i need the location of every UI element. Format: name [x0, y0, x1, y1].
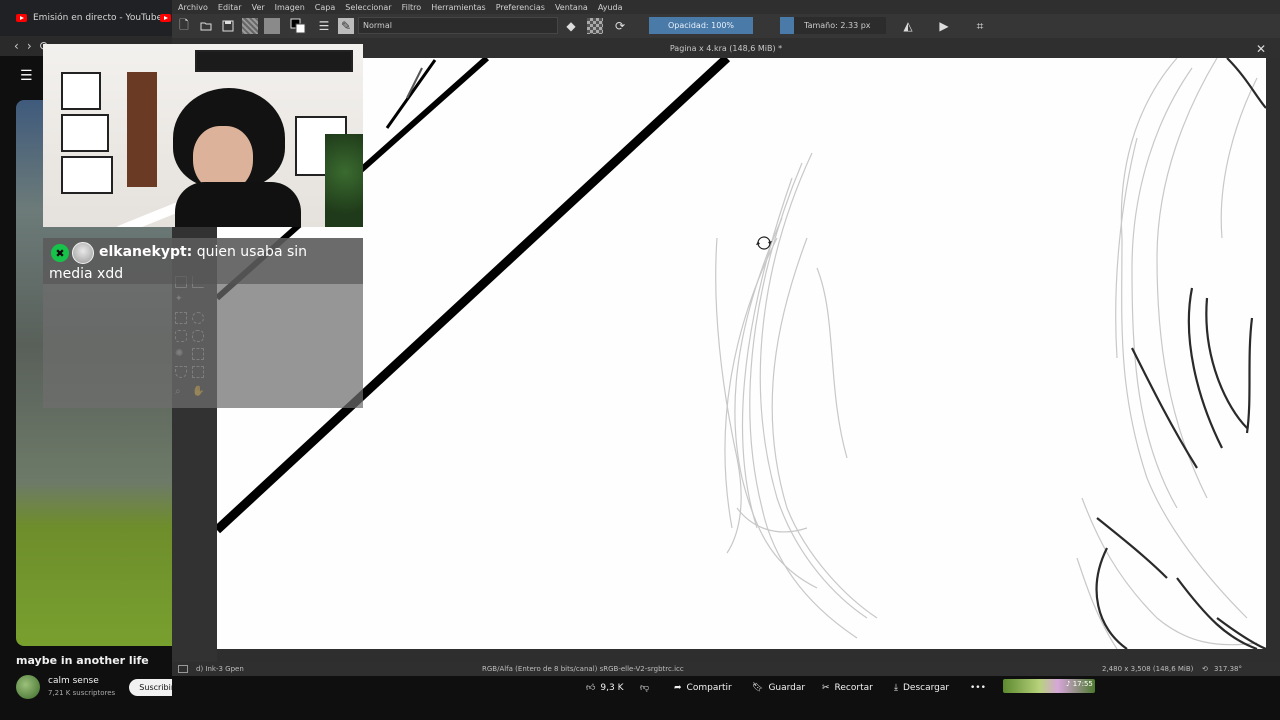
- channel-subscribers: 7,21 K suscriptores: [48, 689, 116, 697]
- pattern-icon[interactable]: [264, 18, 280, 34]
- close-document-icon[interactable]: ✕: [1256, 42, 1266, 56]
- sketch-artwork: [217, 58, 1266, 649]
- share-label: Compartir: [686, 683, 732, 693]
- download-icon: ⤓: [894, 683, 898, 693]
- drawing-canvas[interactable]: [217, 58, 1266, 649]
- chat-message: ✖ elkanekypt: quien usaba sin media xdd: [43, 238, 363, 284]
- chat-overlay: ✖ elkanekypt: quien usaba sin media xdd: [43, 238, 363, 408]
- channel-name[interactable]: calm sense: [48, 676, 99, 686]
- forward-arrow-icon[interactable]: ›: [27, 39, 32, 53]
- video-title: maybe in another life: [16, 654, 149, 667]
- opacity-slider[interactable]: Opacidad: 100%: [649, 17, 753, 34]
- menu-item-herramientas[interactable]: Herramientas: [431, 3, 486, 12]
- clip-label: Recortar: [834, 683, 873, 693]
- manga-frame: [61, 72, 101, 110]
- youtube-logo-icon: [16, 14, 27, 22]
- manga-frame: [61, 114, 109, 152]
- save-icon[interactable]: [220, 18, 236, 34]
- menu-item-preferencias[interactable]: Preferencias: [496, 3, 545, 12]
- krita-statusbar: d) Ink-3 Gpen RGB/Alfa (Entero de 8 bits…: [172, 662, 1280, 676]
- gradient-icon[interactable]: [242, 18, 258, 34]
- browser-tabstrip: Emisión en directo - YouTube: [0, 0, 172, 36]
- menu-item-capa[interactable]: Capa: [315, 3, 335, 12]
- back-arrow-icon[interactable]: ‹: [14, 39, 19, 53]
- eraser-icon[interactable]: ◆: [563, 18, 579, 34]
- browser-tab-title: Emisión en directo - YouTube: [33, 13, 163, 23]
- menu-item-ayuda[interactable]: Ayuda: [598, 3, 623, 12]
- streamer-body: [175, 182, 301, 227]
- brush-preview-icon[interactable]: [178, 665, 188, 673]
- youtube-logo-icon: [160, 14, 171, 22]
- status-color-profile: RGB/Alfa (Entero de 8 bits/canal) sRGB-e…: [482, 665, 684, 673]
- chat-text: elkanekypt: quien usaba sin media xdd: [49, 241, 349, 285]
- crop-icon[interactable]: ⌗: [972, 18, 988, 34]
- mirror-vertical-icon[interactable]: ▶: [936, 18, 952, 34]
- open-folder-icon[interactable]: [198, 18, 214, 34]
- screen: Emisión en directo - YouTube ‹ › ⟳ ☰ may…: [0, 0, 1280, 720]
- canvas-horizontal-scrollbar[interactable]: [217, 649, 1266, 662]
- like-button[interactable]: 👍︎ 9,3 K: [586, 680, 623, 696]
- share-arrow-icon: ➦: [674, 683, 682, 693]
- fg-bg-color-icon[interactable]: [290, 18, 306, 34]
- brush-size-slider[interactable]: Tamaño: 2.33 px: [794, 17, 886, 34]
- canvas-vertical-scrollbar[interactable]: [1266, 58, 1280, 662]
- save-label: Guardar: [768, 683, 806, 693]
- rotation-icon[interactable]: ⟲: [1202, 665, 1208, 673]
- plant: [325, 134, 363, 227]
- next-video-time: ♪ 17:55: [1066, 680, 1093, 688]
- menu-item-editar[interactable]: Editar: [218, 3, 242, 12]
- youtube-action-bar: 👍︎ 9,3 K 👎︎ ➦ Compartir 🔖︎ Guardar ✂ Rec…: [172, 676, 1280, 700]
- menu-item-ver[interactable]: Ver: [252, 3, 265, 12]
- blend-mode-select[interactable]: Normal: [358, 17, 558, 34]
- chat-username: elkanekypt:: [99, 244, 193, 260]
- new-document-icon[interactable]: 🗋: [176, 18, 192, 34]
- mirror-horizontal-icon[interactable]: ◭: [900, 18, 916, 34]
- thumbs-down-icon: 👎︎: [640, 683, 650, 693]
- download-label: Descargar: [902, 683, 950, 693]
- brush-preset-icon[interactable]: ✎: [338, 18, 354, 34]
- save-button[interactable]: 🔖︎ Guardar: [752, 680, 805, 696]
- status-image-size: 2,480 x 3,508 (148,6 MiB): [1102, 665, 1194, 673]
- menu-item-filtro[interactable]: Filtro: [402, 3, 422, 12]
- menu-item-seleccionar[interactable]: Seleccionar: [345, 3, 391, 12]
- krita-menubar: Archivo Editar Ver Imagen Capa Seleccionar Fil…: [172, 0, 1280, 14]
- dislike-button[interactable]: 👎︎: [640, 680, 649, 696]
- channel-avatar[interactable]: [16, 675, 40, 699]
- menu-item-archivo[interactable]: Archivo: [178, 3, 208, 12]
- share-button[interactable]: ➦ Compartir: [674, 680, 732, 696]
- reload-preset-icon[interactable]: ⟳: [612, 18, 628, 34]
- webcam-overlay: [43, 44, 363, 227]
- menu-item-ventana[interactable]: Ventana: [555, 3, 588, 12]
- scissors-icon: ✂: [822, 683, 830, 693]
- thumbs-up-icon: 👍︎: [586, 683, 596, 693]
- browser-tab-2[interactable]: [160, 8, 171, 28]
- hamburger-menu-icon[interactable]: ☰: [20, 68, 33, 84]
- menu-item-imagen[interactable]: Imagen: [275, 3, 305, 12]
- status-brush-name: d) Ink-3 Gpen: [196, 665, 244, 673]
- monitor: [195, 50, 353, 72]
- clip-button[interactable]: ✂ Recortar: [822, 680, 873, 696]
- size-indicator: [780, 17, 794, 34]
- more-actions-button[interactable]: •••: [970, 680, 986, 696]
- door: [127, 72, 157, 187]
- download-button[interactable]: ⤓ Descargar: [894, 680, 949, 696]
- browser-tab-youtube[interactable]: Emisión en directo - YouTube: [16, 8, 162, 28]
- bookmark-icon: 🔖︎: [752, 683, 764, 693]
- brush-settings-icon[interactable]: ☰: [316, 18, 332, 34]
- preserve-alpha-icon[interactable]: [587, 18, 603, 34]
- manga-frame: [61, 156, 113, 194]
- status-rotation: 317.38°: [1214, 665, 1242, 673]
- like-count: 9,3 K: [600, 683, 624, 693]
